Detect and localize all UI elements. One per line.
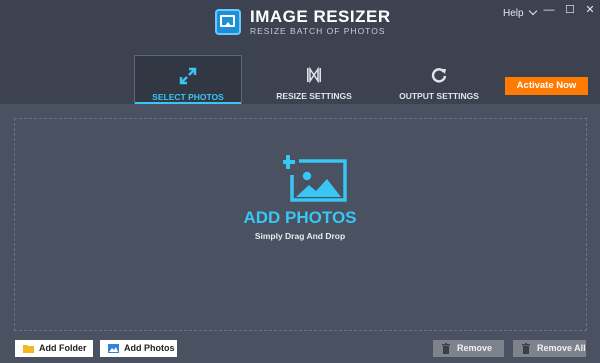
refresh-icon — [431, 68, 447, 83]
minimize-button[interactable]: — — [542, 3, 556, 17]
add-photos-label: Add Photos — [124, 343, 175, 353]
logo-mountain — [224, 22, 232, 27]
resize-icon — [307, 66, 321, 84]
add-photos-title: ADD PHOTOS — [243, 208, 357, 227]
close-button[interactable]: ✕ — [583, 3, 597, 17]
tab-output-settings[interactable]: OUTPUT SETTINGS — [392, 55, 486, 104]
maximize-button[interactable]: ☐ — [563, 3, 577, 17]
remove-button[interactable]: Remove — [433, 340, 504, 357]
image-resizer-logo-icon — [215, 9, 241, 35]
tab-label: SELECT PHOTOS — [152, 92, 224, 102]
trash-icon — [522, 343, 530, 354]
tab-select-photos[interactable]: SELECT PHOTOS — [134, 55, 242, 104]
help-menu[interactable]: Help — [503, 6, 537, 19]
add-folder-label: Add Folder — [39, 343, 87, 353]
add-folder-button[interactable]: Add Folder — [15, 340, 93, 357]
help-label: Help — [503, 8, 524, 19]
folder-icon — [23, 345, 34, 353]
remove-all-button[interactable]: Remove All — [513, 340, 586, 357]
tab-label: OUTPUT SETTINGS — [399, 91, 479, 101]
activate-now-button[interactable]: Activate Now — [505, 77, 588, 95]
app-subtitle: RESIZE BATCH OF PHOTOS — [250, 26, 386, 36]
tab-resize-settings[interactable]: RESIZE SETTINGS — [262, 55, 366, 104]
chevron-down-icon — [528, 6, 537, 16]
expand-arrows-icon — [179, 67, 197, 85]
drag-drop-hint: Simply Drag And Drop — [254, 231, 346, 241]
app-title: IMAGE RESIZER — [250, 7, 391, 26]
remove-label: Remove — [457, 343, 493, 353]
remove-all-label: Remove All — [537, 343, 586, 353]
trash-icon — [442, 343, 450, 354]
add-photos-button[interactable]: Add Photos — [100, 340, 177, 357]
photo-icon — [108, 344, 119, 353]
tab-label: RESIZE SETTINGS — [276, 91, 352, 101]
add-photo-icon[interactable] — [283, 155, 347, 202]
